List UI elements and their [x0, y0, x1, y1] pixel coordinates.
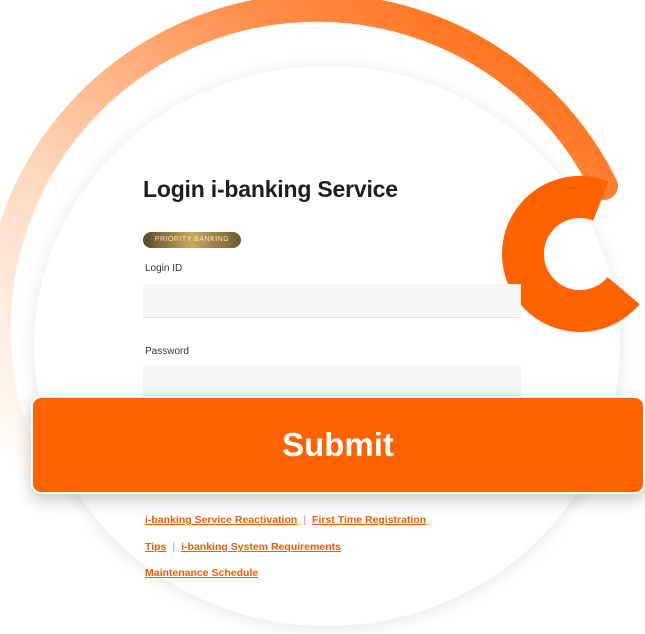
first-time-registration-link[interactable]: First Time Registration	[312, 514, 426, 526]
login-illustration: Login i-banking Service PRIORITY BANKING…	[0, 0, 645, 634]
page-title: Login i-banking Service	[143, 176, 398, 202]
reactivation-link[interactable]: i-banking Service Reactivation	[145, 514, 297, 526]
password-label: Password	[145, 346, 189, 357]
login-id-field[interactable]	[143, 284, 521, 318]
link-separator: |	[303, 514, 307, 526]
login-id-label: Login ID	[145, 263, 183, 274]
tips-link[interactable]: Tips	[145, 541, 166, 553]
system-requirements-link[interactable]: i-banking System Requirements	[181, 541, 341, 553]
links-row-3: Maintenance Schedule	[145, 567, 258, 579]
maintenance-schedule-link[interactable]: Maintenance Schedule	[145, 567, 258, 579]
links-row-1: i-banking Service Reactivation | First Tim…	[145, 514, 426, 526]
priority-badge: PRIORITY BANKING	[143, 232, 241, 248]
link-separator: |	[172, 541, 176, 553]
password-field[interactable]	[143, 366, 521, 396]
submit-button[interactable]: Submit	[31, 396, 645, 494]
links-row-2: Tips | i-banking System Requirements	[145, 541, 341, 553]
